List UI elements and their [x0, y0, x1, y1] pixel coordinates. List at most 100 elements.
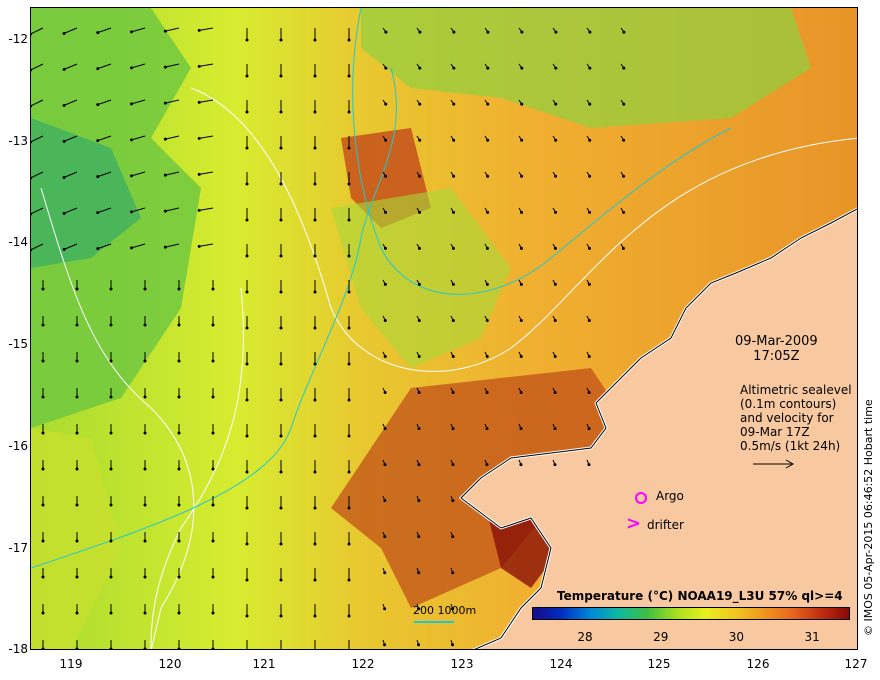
velocity-vector-head: [177, 539, 181, 543]
velocity-vector-head: [75, 539, 79, 543]
lat-label-14: -14: [8, 235, 28, 249]
velocity-vector-head: [211, 431, 215, 435]
velocity-vector-head: [177, 611, 181, 615]
velocity-vector-head: [279, 362, 283, 366]
velocity-vector-head: [279, 506, 283, 510]
velocity-vector-head: [245, 326, 249, 330]
velocity-vector-head: [554, 66, 558, 70]
velocity-vector-head: [519, 282, 523, 286]
velocity-vector-head: [554, 30, 558, 34]
velocity-vector-head: [347, 38, 351, 42]
velocity-vector-head: [211, 575, 215, 579]
velocity-vector-head: [245, 398, 249, 402]
velocity-vector-head: [452, 210, 456, 214]
velocity-vector-head: [245, 614, 249, 618]
velocity-vector-head: [622, 102, 626, 106]
velocity-vector-head: [41, 503, 45, 507]
velocity-vector-head: [384, 138, 388, 142]
date-annotation: 09-Mar-2009 17:05Z: [735, 334, 818, 364]
velocity-vector-head: [96, 211, 100, 215]
colorbar-title: Temperature (°C) NOAA19_L3U 57% ql>=4: [557, 589, 843, 603]
velocity-vector-head: [451, 427, 455, 431]
velocity-vector-head: [41, 287, 45, 291]
velocity-vector-head: [383, 391, 387, 395]
lat-label-15: -15: [8, 337, 28, 351]
velocity-vector-head: [279, 398, 283, 402]
lon-label-123: 123: [450, 657, 474, 671]
velocity-vector-head: [41, 575, 45, 579]
velocity-vector-head: [451, 354, 455, 358]
lon-label-119: 119: [59, 657, 83, 671]
velocity-vector-head: [245, 254, 249, 258]
velocity-vector-head: [109, 431, 113, 435]
velocity-vector-head: [130, 30, 134, 34]
velocity-vector-head: [279, 470, 283, 474]
velocity-vector-head: [313, 110, 317, 114]
velocity-vector-head: [451, 391, 455, 395]
velocity-vector-head: [347, 578, 351, 582]
velocity-vector-head: [486, 138, 490, 142]
velocity-vector-head: [554, 210, 558, 214]
velocity-vector-head: [245, 146, 249, 150]
velocity-vector-head: [211, 323, 215, 327]
velocity-vector-head: [417, 643, 421, 647]
colorbar-tick-31: 31: [804, 630, 820, 644]
velocity-vector-head: [347, 362, 351, 366]
velocity-vector-head: [96, 103, 100, 107]
time-text: 17:05Z: [753, 349, 800, 364]
velocity-vector-head: [279, 254, 283, 258]
velocity-vector-head: [245, 434, 249, 438]
velocity-vector-head: [197, 64, 201, 68]
velocity-vector-head: [313, 362, 317, 366]
velocity-vector-head: [177, 467, 181, 471]
velocity-vector-head: [451, 246, 455, 250]
velocity-vector-head: [622, 138, 626, 142]
velocity-vector-head: [109, 395, 113, 399]
velocity-vector-head: [177, 359, 181, 363]
velocity-vector-head: [41, 431, 45, 435]
velocity-vector-head: [347, 506, 351, 510]
velocity-vector-head: [313, 470, 317, 474]
velocity-vector-head: [587, 246, 591, 250]
velocity-vector-head: [62, 139, 66, 143]
velocity-vector-head: [279, 146, 283, 150]
velocity-vector-head: [96, 139, 100, 143]
velocity-vector-head: [96, 67, 100, 71]
velocity-vector-head: [418, 102, 422, 106]
velocity-vector-head: [417, 391, 421, 395]
velocity-vector-head: [109, 467, 113, 471]
velocity-vector-head: [417, 463, 421, 467]
velocity-vector-head: [130, 210, 134, 214]
velocity-vector-head: [75, 395, 79, 399]
velocity-vector-head: [177, 323, 181, 327]
velocity-vector-head: [279, 434, 283, 438]
velocity-vector-head: [177, 431, 181, 435]
velocity-vector-head: [245, 218, 249, 222]
lon-label-125: 125: [647, 657, 671, 671]
map-canvas: [31, 8, 857, 649]
velocity-vector-head: [486, 210, 490, 214]
velocity-vector-head: [451, 571, 455, 575]
colorbar-tick-29: 29: [653, 630, 669, 644]
velocity-vector-head: [485, 246, 489, 250]
velocity-vector-head: [197, 136, 201, 140]
velocity-vector-head: [245, 542, 249, 546]
velocity-vector-head: [588, 174, 592, 178]
sst-map[interactable]: [30, 7, 858, 650]
velocity-vector-head: [96, 31, 100, 35]
velocity-vector-head: [519, 427, 523, 431]
velocity-vector-head: [347, 434, 351, 438]
lat-label-13: -13: [8, 134, 28, 148]
velocity-vector-head: [313, 74, 317, 78]
velocity-vector-head: [553, 427, 557, 431]
velocity-vector-head: [347, 398, 351, 402]
velocity-vector-head: [384, 174, 388, 178]
velocity-vector-head: [41, 323, 45, 327]
lat-label-16: -16: [8, 439, 28, 453]
velocity-vector-head: [75, 467, 79, 471]
velocity-vector-head: [452, 138, 456, 142]
velocity-vector-head: [520, 102, 524, 106]
velocity-vector-head: [452, 174, 456, 178]
velocity-vector-head: [621, 246, 625, 250]
velocity-vector-head: [418, 30, 422, 34]
